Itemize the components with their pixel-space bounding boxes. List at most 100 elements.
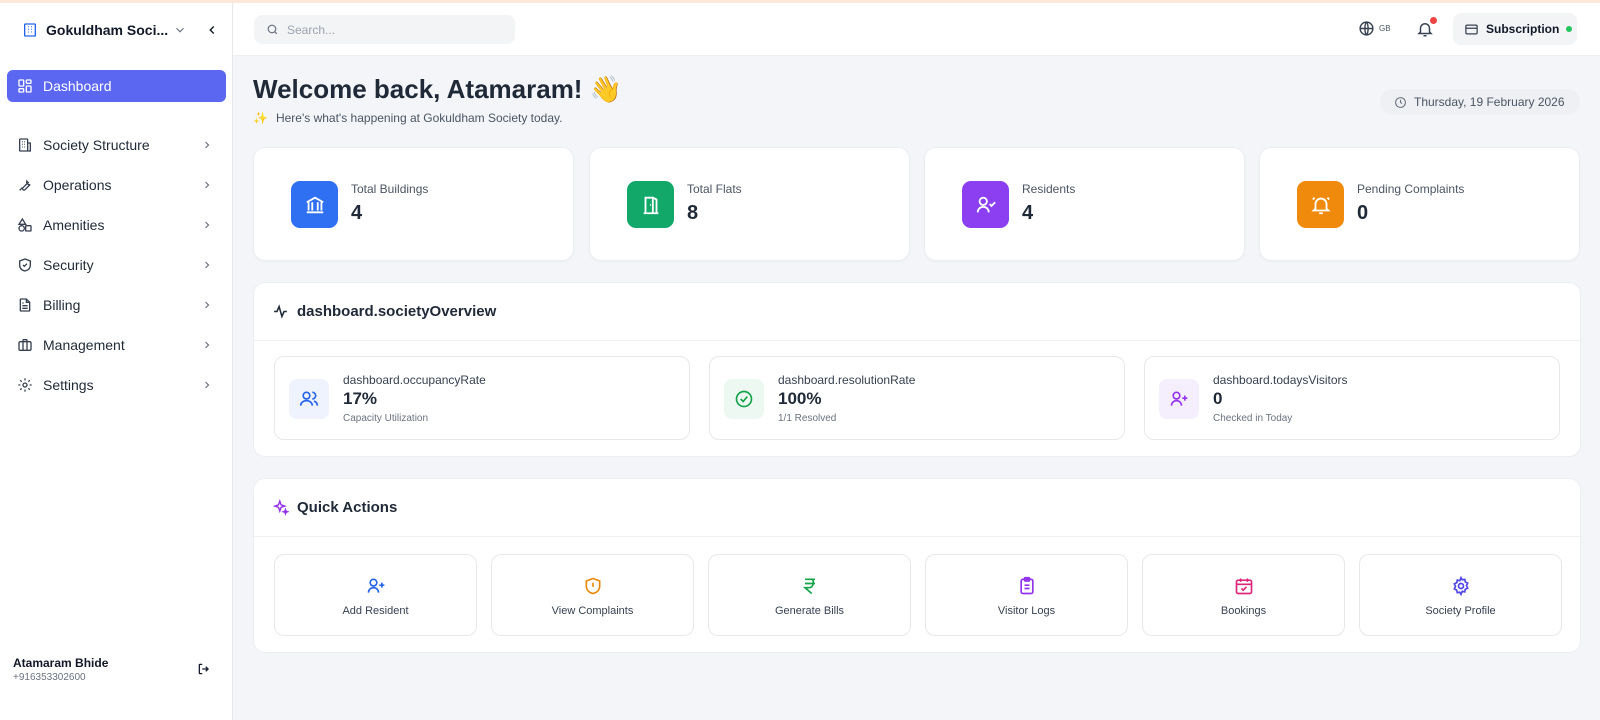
stat-value: 8	[687, 202, 699, 224]
users-icon	[289, 379, 329, 419]
quick-action-society-profile[interactable]: Society Profile	[1359, 554, 1562, 636]
overview-title: dashboard.todaysVisitors	[1213, 373, 1348, 387]
bell-ring-icon	[1297, 181, 1344, 228]
search-box[interactable]	[254, 15, 515, 44]
wrench-icon	[19, 179, 31, 191]
sidebar-item-label: Settings	[43, 377, 94, 393]
activity-icon	[274, 304, 287, 319]
society-switcher[interactable]: Gokuldham Soci...	[0, 3, 233, 57]
building-icon	[24, 23, 36, 37]
calendar-check-icon	[1235, 578, 1252, 595]
sidebar-item-settings[interactable]: Settings	[0, 365, 233, 405]
panel-title: Quick Actions	[297, 499, 398, 516]
overview-subtext: 1/1 Resolved	[778, 413, 837, 424]
search-icon	[267, 24, 278, 35]
stat-title: Residents	[1022, 182, 1076, 196]
quick-action-add-resident[interactable]: Add Resident	[274, 554, 477, 636]
logout-icon[interactable]	[197, 662, 211, 676]
quick-action-generate-bills[interactable]: Generate Bills	[708, 554, 911, 636]
sidebar-item-label: Security	[43, 257, 94, 273]
sidebar-item-label: Operations	[43, 177, 112, 193]
top-header: GB Subscription	[233, 3, 1600, 56]
quick-action-label: Society Profile	[1425, 605, 1496, 617]
user-check-icon	[962, 181, 1009, 228]
stat-value: 0	[1357, 202, 1369, 224]
dashboard-grid-icon	[18, 79, 32, 93]
overview-value: 0	[1213, 389, 1223, 408]
panel-title: dashboard.societyOverview	[297, 303, 497, 320]
user-phone: +916353302600	[13, 671, 86, 683]
overview-subtext: Capacity Utilization	[343, 413, 429, 424]
language-switcher[interactable]: GB	[1358, 20, 1391, 37]
check-circle-icon	[724, 379, 764, 419]
sidebar-item-society-structure[interactable]: Society Structure	[0, 125, 233, 165]
user-name: Atamaram Bhide	[13, 655, 109, 670]
building-icon	[19, 138, 31, 152]
sidebar-item-amenities[interactable]: Amenities	[0, 205, 233, 245]
clipboard-icon	[1019, 576, 1034, 595]
subtitle-text: Here's what's happening at Gokuldham Soc…	[275, 111, 563, 125]
file-text-icon	[19, 298, 31, 312]
shield-alert-icon	[585, 577, 600, 595]
quick-action-view-complaints[interactable]: View Complaints	[491, 554, 694, 636]
sidebar-item-label: Dashboard	[43, 78, 112, 94]
briefcase-icon	[18, 339, 32, 351]
globe-icon	[1359, 21, 1374, 36]
stat-title: Total Buildings	[351, 182, 429, 196]
chevron-right-icon	[205, 301, 210, 309]
stat-card-total-flats: Total Flats 8	[589, 147, 910, 261]
rupee-icon	[802, 578, 815, 595]
chevron-right-icon	[205, 341, 210, 349]
overview-card-occupancy: dashboard.occupancyRate 17% Capacity Uti…	[274, 356, 690, 440]
page-subtitle: ✨ Here's what's happening at Gokuldham S…	[253, 111, 562, 125]
chevron-right-icon	[205, 261, 210, 269]
overview-title: dashboard.resolutionRate	[778, 373, 916, 387]
subscription-button[interactable]: Subscription	[1453, 13, 1577, 45]
panel-header: dashboard.societyOverview	[254, 283, 1580, 341]
stat-card-pending-complaints: Pending Complaints 0	[1259, 147, 1580, 261]
chevron-right-icon	[205, 181, 210, 189]
shield-icon	[19, 258, 31, 272]
notifications-button[interactable]	[1416, 17, 1437, 38]
user-profile: Atamaram Bhide +916353302600	[0, 639, 233, 699]
sidebar-item-operations[interactable]: Operations	[0, 165, 233, 205]
stat-value: 4	[351, 202, 363, 224]
sidebar-item-label: Management	[43, 337, 125, 353]
chevron-right-icon	[205, 221, 210, 229]
notification-dot	[1430, 17, 1437, 24]
overview-card-visitors: dashboard.todaysVisitors 0 Checked in To…	[1144, 356, 1560, 440]
credit-card-icon	[1465, 24, 1478, 34]
sidebar-item-management[interactable]: Management	[0, 325, 233, 365]
sidebar-item-dashboard[interactable]: Dashboard	[7, 70, 226, 102]
gear-icon	[1452, 576, 1469, 596]
quick-action-bookings[interactable]: Bookings	[1142, 554, 1345, 636]
page-title: Welcome back, Atamaram! 👋	[253, 74, 623, 104]
collapse-sidebar-icon[interactable]	[205, 23, 219, 37]
quick-action-label: Generate Bills	[774, 605, 845, 617]
chevron-right-icon	[205, 141, 210, 149]
quick-action-label: Bookings	[1220, 605, 1267, 617]
search-input[interactable]	[287, 22, 497, 37]
user-plus-icon	[1159, 379, 1199, 419]
sidebar: Gokuldham Soci... Dashboard Society Stru…	[0, 3, 233, 720]
panel-header: Quick Actions	[254, 479, 1580, 537]
quick-action-label: Add Resident	[342, 605, 409, 617]
overview-subtext: Checked in Today	[1213, 413, 1293, 424]
sidebar-item-billing[interactable]: Billing	[0, 285, 233, 325]
clock-icon	[1395, 96, 1406, 108]
sidebar-item-label: Society Structure	[43, 137, 150, 153]
chevron-down-icon[interactable]	[173, 23, 187, 37]
chevron-right-icon	[205, 381, 210, 389]
quick-actions-panel: Quick Actions Add Resident View Complain…	[253, 478, 1581, 653]
overview-value: 100%	[778, 389, 822, 408]
overview-value: 17%	[343, 389, 378, 408]
stat-card-total-buildings: Total Buildings 4	[253, 147, 574, 261]
sidebar-item-security[interactable]: Security	[0, 245, 233, 285]
quick-action-visitor-logs[interactable]: Visitor Logs	[925, 554, 1128, 636]
stat-card-residents: Residents 4	[924, 147, 1245, 261]
sidebar-item-label: Amenities	[43, 217, 105, 233]
landmark-icon	[291, 181, 338, 228]
stat-title: Pending Complaints	[1357, 182, 1465, 196]
stat-value: 4	[1022, 202, 1034, 224]
society-overview-panel: dashboard.societyOverview dashboard.occu…	[253, 282, 1581, 457]
